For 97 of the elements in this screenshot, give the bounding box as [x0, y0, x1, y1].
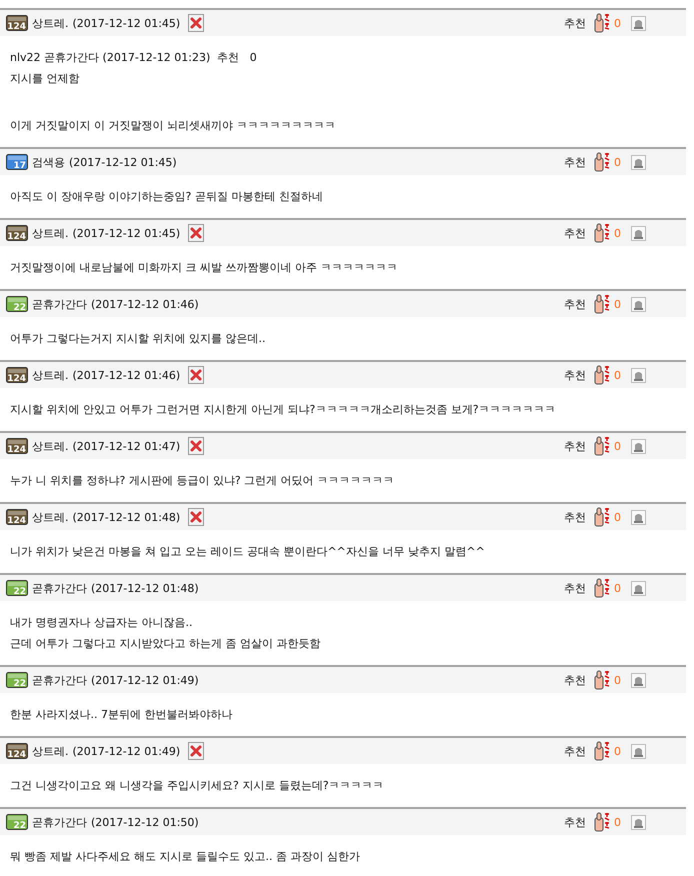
recommend-label: 추천	[564, 744, 586, 758]
thumbs-up-icon[interactable]	[592, 152, 610, 172]
level-badge: 124	[6, 15, 28, 31]
author-name: 상트레.	[32, 438, 68, 454]
recommend-count: 0	[614, 744, 621, 758]
author-name: 곧휴가간다	[32, 814, 87, 830]
comment-text: 이게 거짓말이지 이 거짓말쟁이 뇌리셋새끼야 ㅋㅋㅋㅋㅋㅋㅋㅋㅋ	[10, 118, 336, 134]
comment-time: (2017-12-12 01:49)	[91, 674, 199, 686]
author-name: 상트레.	[32, 368, 68, 382]
author-name: 곧휴가간다	[32, 296, 87, 312]
recommend-count: 0	[614, 674, 621, 686]
thumbs-up-icon[interactable]	[592, 223, 610, 243]
recommend-count: 0	[614, 440, 621, 452]
recommend-count: 0	[614, 368, 621, 382]
comment-time: (2017-12-12 01:48)	[72, 510, 180, 524]
comment-time: (2017-12-12 01:50)	[91, 816, 199, 828]
comment-text: 아직도 이 장애우랑 이야기하는중임? 곧뒤질 마봉한테 친절하네	[10, 189, 324, 205]
recommend-label: 추천	[564, 368, 586, 382]
recommend-count: 0	[614, 816, 621, 828]
comment-text: 근데 어투가 그렇다고 지시받았다고 하는게 좀 엄살이 과한듯함	[10, 636, 322, 652]
comment-time: (2017-12-12 01:45)	[72, 16, 180, 30]
comment-text: 한분 사라지셨나.. 7분뒤에 한번불러봐야하나	[10, 707, 234, 723]
comment-text: 거짓말쟁이에 내로남불에 미화까지 크 씨발 쓰까짬뽕이네 아주 ㅋㅋㅋㅋㅋㅋㅋ	[10, 260, 398, 276]
comment-text: 니가 위치가 낮은건 마봉을 쳐 입고 오는 레이드 공대속 뿐이란다^^자신을 너무 낮추지 말렴^^	[10, 544, 486, 560]
siren-icon[interactable]	[631, 16, 646, 30]
recommend-count: 0	[614, 298, 621, 310]
quote-text: 지시를 언제함	[10, 71, 80, 87]
recommend-label: 추천	[564, 814, 586, 830]
comment-text: 누가 니 위치를 정하냐? 게시판에 등급이 있냐? 그런게 어딨어 ㅋㅋㅋㅋㅋㅋㅋ	[10, 473, 396, 489]
thumbs-up-icon[interactable]	[592, 507, 610, 527]
author-name: 검색용	[32, 154, 65, 170]
level-badge: 22	[6, 580, 28, 596]
thumbs-up-icon[interactable]	[592, 365, 610, 385]
siren-icon[interactable]	[631, 438, 646, 454]
delete-icon[interactable]	[188, 508, 204, 526]
comment-time: (2017-12-12 01:48)	[91, 582, 199, 594]
siren-icon[interactable]	[631, 154, 646, 170]
recommend-count: 0	[614, 582, 621, 594]
level-badge: 22	[6, 296, 28, 312]
quote-header: nlv22 곧휴가간다 (2017-12-12 01:23) 추천 0	[10, 50, 258, 66]
recommend-label: 추천	[564, 580, 586, 596]
delete-icon[interactable]	[188, 366, 204, 384]
comment-text: 어투가 그렇다는거지 지시할 위치에 있지를 않은데..	[10, 331, 266, 347]
thumbs-up-icon[interactable]	[592, 578, 610, 598]
author-name: 상트레.	[32, 226, 68, 240]
recommend-label: 추천	[564, 438, 586, 454]
siren-icon[interactable]	[631, 510, 646, 524]
siren-icon[interactable]	[631, 580, 646, 596]
recommend-label: 추천	[564, 226, 586, 240]
thumbs-up-icon[interactable]	[592, 436, 610, 456]
author-name: 상트레.	[32, 744, 68, 758]
comment-text: 그건 니생각이고요 왜 니생각을 주입시키세요? 지시로 들렸는데?ㅋㅋㅋㅋㅋ	[10, 778, 385, 794]
recommend-label: 추천	[564, 510, 586, 524]
siren-icon[interactable]	[631, 368, 646, 382]
level-badge: 22	[6, 672, 28, 688]
thumbs-up-icon[interactable]	[592, 294, 610, 314]
comment-time: (2017-12-12 01:49)	[72, 744, 180, 758]
thumbs-up-icon[interactable]	[592, 812, 610, 832]
level-badge: 124	[6, 743, 28, 759]
comment-time: (2017-12-12 01:46)	[91, 298, 199, 310]
thumbs-up-icon[interactable]	[592, 741, 610, 761]
siren-icon[interactable]	[631, 744, 646, 758]
comment-time: (2017-12-12 01:46)	[72, 368, 180, 382]
author-name: 상트레.	[32, 510, 68, 524]
siren-icon[interactable]	[631, 672, 646, 688]
siren-icon[interactable]	[631, 296, 646, 312]
level-badge: 22	[6, 814, 28, 830]
recommend-count: 0	[614, 156, 621, 168]
recommend-count: 0	[614, 510, 621, 524]
level-badge: 17	[6, 154, 28, 170]
recommend-label: 추천	[564, 672, 586, 688]
recommend-count: 0	[614, 226, 621, 240]
recommend-label: 추천	[564, 154, 586, 170]
delete-icon[interactable]	[188, 224, 204, 242]
comment-time: (2017-12-12 01:47)	[72, 440, 180, 452]
thumbs-up-icon[interactable]	[592, 13, 610, 33]
recommend-label: 추천	[564, 16, 586, 30]
comment-time: (2017-12-12 01:45)	[72, 226, 180, 240]
author-name: 곧휴가간다	[32, 672, 87, 688]
level-badge: 124	[6, 509, 28, 525]
delete-icon[interactable]	[188, 437, 204, 455]
recommend-label: 추천	[564, 296, 586, 312]
comment-text: 지시할 위치에 안있고 어투가 그런거면 지시한게 아닌게 되냐?ㅋㅋㅋㅋㅋ개소리하는것좀 보게?ㅋㅋㅋㅋㅋㅋㅋ	[10, 402, 557, 418]
thumbs-up-icon[interactable]	[592, 670, 610, 690]
delete-icon[interactable]	[188, 742, 204, 760]
recommend-count: 0	[614, 16, 621, 30]
comment-text: 내가 명령권자나 상급자는 아니잖음..	[10, 615, 194, 631]
level-badge: 124	[6, 225, 28, 241]
siren-icon[interactable]	[631, 814, 646, 830]
author-name: 곧휴가간다	[32, 580, 87, 596]
comment-text: 뭐 빵좀 제발 사다주세요 해도 지시로 들릴수도 있고.. 좀 과장이 심한가	[10, 849, 361, 865]
delete-icon[interactable]	[188, 14, 204, 32]
author-name: 상트레.	[32, 16, 68, 30]
comment-time: (2017-12-12 01:45)	[69, 156, 177, 168]
level-badge: 124	[6, 367, 28, 383]
siren-icon[interactable]	[631, 226, 646, 240]
level-badge: 124	[6, 438, 28, 454]
